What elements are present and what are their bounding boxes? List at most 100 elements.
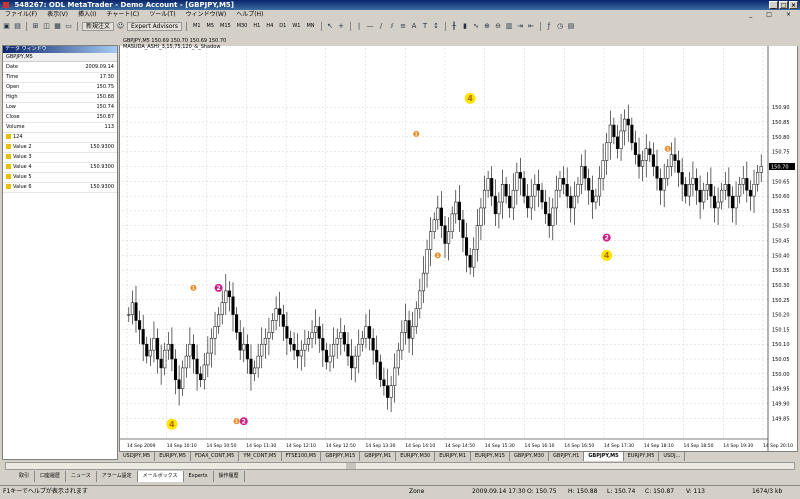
candle-body [418,290,422,309]
zoom-out-icon[interactable]: ⊖ [494,22,503,31]
timeframe-h1[interactable]: H1 [251,22,262,31]
symbol-tab[interactable]: FTSE100,M5 [282,452,322,461]
candle-body [382,379,386,386]
fibo-icon[interactable]: ≡ [399,22,408,31]
bar-chart-icon[interactable]: ╫ [450,22,459,31]
child-minimize-button[interactable]: _ [744,10,757,20]
crosshair-icon[interactable]: + [337,22,346,31]
price-chart[interactable]: 150.90 150.85 150.80 150.75 150.70 150.65 150.… [120,46,797,451]
timeframe-m15[interactable]: M15 [218,22,233,31]
candle-body [540,189,544,203]
navigator-icon[interactable]: ▦ [53,22,62,31]
symbol-tab[interactable]: USDJ... [659,452,686,461]
symbol-tab[interactable]: GBPJPY,M5 [584,452,624,461]
timeframe-w1[interactable]: W1 [290,22,302,31]
candle-body [249,358,253,375]
symbol-tab[interactable]: FDAX_CONT,M5 [191,452,240,461]
horizontal-line-icon[interactable]: — [366,22,375,31]
minimize-button[interactable]: _ [769,1,778,9]
symbol-tab[interactable]: USDJPY,M5 [119,452,156,461]
price-tick-label: 150.35 [772,268,790,274]
expert-advisors-button[interactable]: Expert Advisors [127,22,182,31]
arrows-icon[interactable]: ↕ [432,22,441,31]
menu-charts[interactable]: チャート(C) [101,10,144,20]
timeframe-mn[interactable]: MN [304,22,316,31]
chart-shift-icon[interactable]: ⇤ [527,22,536,31]
candle-body [296,349,300,357]
new-order-button[interactable]: 新規注文 [82,22,115,31]
terminal-tab[interactable]: アラーム設定 [97,471,138,482]
candle-body [511,189,515,209]
timeframe-m30[interactable]: M30 [235,22,250,31]
symbol-tab[interactable]: EURJPY,M1 [435,452,471,461]
terminal-tab[interactable]: 取引 [14,471,36,482]
line-chart-icon[interactable]: ∿ [472,22,481,31]
timeframe-m1[interactable]: M1 [191,22,203,31]
child-restore-button[interactable]: □ [761,10,777,20]
chart-window[interactable]: GBPJPY,M5 150.69 150.70 150.69 150.70 MA… [119,38,799,452]
menu-insert[interactable]: 挿入(I) [73,10,101,20]
candle-body [429,231,433,250]
candle-body [421,272,425,292]
symbol-tab[interactable]: GBPJPY,M30 [510,452,550,461]
data-window-icon[interactable]: ◫ [42,22,51,31]
zoom-in-icon[interactable]: ⊕ [483,22,492,31]
scrollbar-thumb[interactable] [346,463,356,469]
close-button[interactable]: × [789,1,798,9]
terminal-tab[interactable]: メールボックス [137,471,184,482]
tile-icon[interactable]: ▥ [505,22,514,31]
cursor-icon[interactable]: ↖ [326,22,335,31]
trendline-icon[interactable]: / [377,22,386,31]
price-tick-label: 150.05 [772,357,790,363]
maximize-button[interactable]: □ [779,1,788,9]
new-chart-icon[interactable]: ▣ [2,22,11,31]
status-datetime: 2009.09.14 17:30 [472,488,526,495]
child-close-button[interactable]: × [781,10,796,20]
symbol-tab[interactable]: GBPJPY,M1 [360,452,397,461]
symbol-tab[interactable]: GBPJPY,M15 [321,452,361,461]
symbol-tab[interactable]: EURJPY,M5 [624,452,660,461]
periods-icon[interactable]: ◷ [556,22,565,31]
symbol-tab[interactable]: YM_CONT,M5 [239,452,282,461]
menu-file[interactable]: ファイル(F) [0,10,42,20]
candle-chart-icon[interactable]: ▮ [461,22,470,31]
terminal-tab[interactable]: ニュース [66,471,97,482]
candle-body [191,343,196,360]
candle-body [608,124,612,144]
terminal-icon[interactable]: ▭ [64,22,73,31]
symbol-tab[interactable]: EURJPY,M5 [155,452,192,461]
chart-scrollbar[interactable] [5,462,795,470]
candle-body [253,367,257,375]
candle-body [152,338,156,351]
text-icon[interactable]: A [410,22,419,31]
price-tick-label: 149.90 [772,401,790,407]
status-bar: F1キーでヘルプが表示されます Zone 2009.09.14 17:30 O:… [0,485,800,499]
autoscroll-icon[interactable]: ⇥ [516,22,525,31]
timeframe-m5[interactable]: M5 [205,22,217,31]
symbol-tab[interactable]: EURJPY,M15 [471,452,510,461]
templates-icon[interactable]: ▤ [567,22,576,31]
channel-icon[interactable]: ⫽ [388,22,397,31]
indicators-icon[interactable]: ƒ [545,22,554,31]
candle-body [659,178,663,191]
candle-body [443,225,447,244]
timeframe-d1[interactable]: D1 [277,22,288,31]
symbol-tab[interactable]: GBPJPY,H1 [549,452,585,461]
candle-body [353,355,357,369]
label-icon[interactable]: T [421,22,430,31]
symbol-tab[interactable]: EURJPY,M30 [396,452,436,461]
candle-body [579,166,584,185]
menu-window[interactable]: ウィンドウ(W) [181,10,232,20]
terminal-tab[interactable]: 口座履歴 [35,471,67,482]
timeframe-h4[interactable]: H4 [264,22,275,31]
candle-body [288,338,293,345]
market-watch-icon[interactable]: ⊞ [31,22,40,31]
terminal-tab[interactable]: 操作履歴 [214,471,245,482]
menu-help[interactable]: ヘルプ(H) [231,10,268,20]
vertical-line-icon[interactable]: | [355,22,364,31]
profiles-icon[interactable]: ▤ [13,22,22,31]
price-tick-label: 150.60 [772,194,790,200]
terminal-tab[interactable]: Experts [184,471,214,482]
menu-view[interactable]: 表示(V) [42,10,73,20]
menu-tools[interactable]: ツール(T) [144,10,180,20]
